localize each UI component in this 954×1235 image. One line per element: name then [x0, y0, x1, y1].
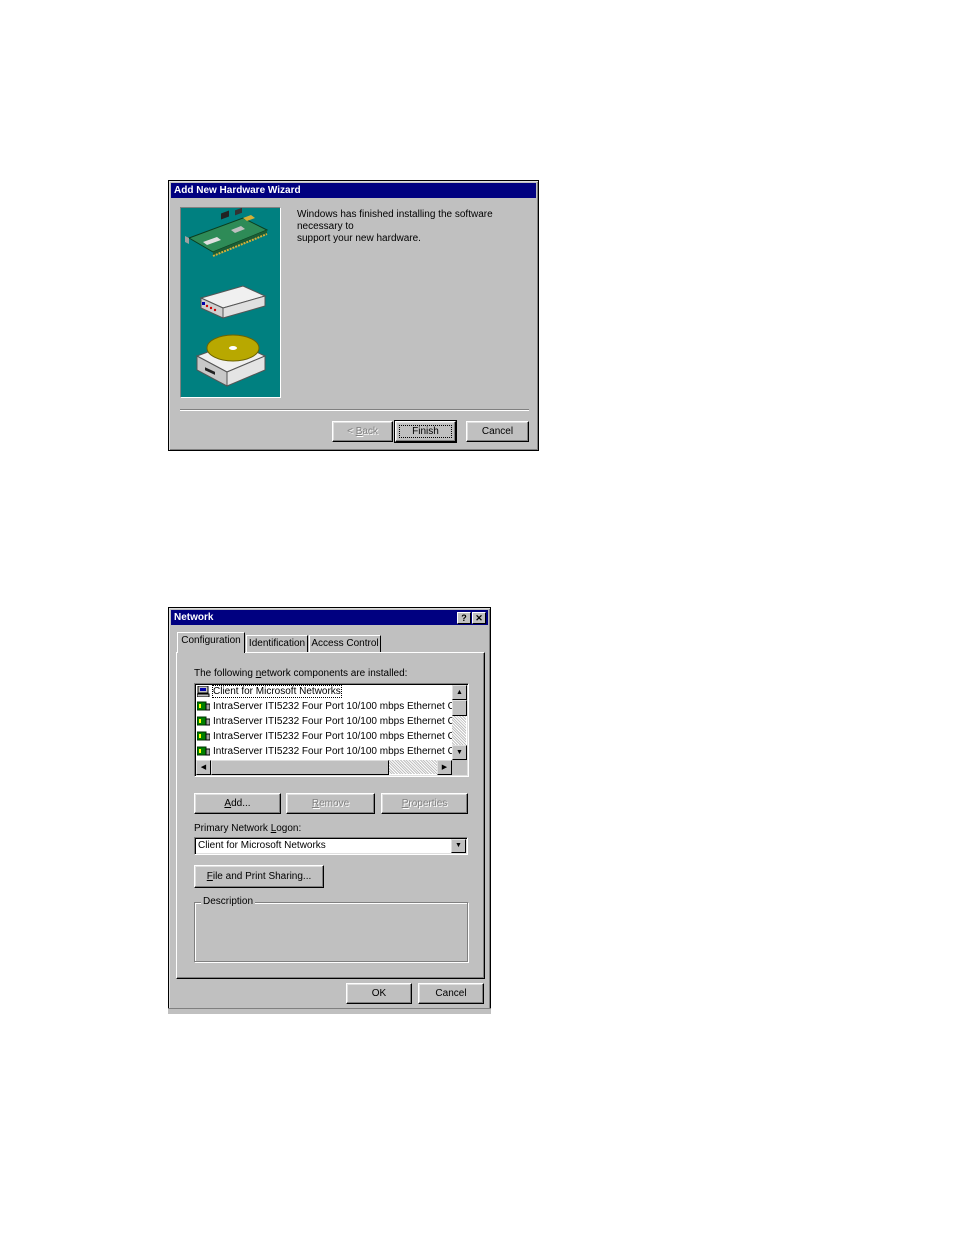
description-groupbox: Description	[194, 896, 468, 962]
cancel-label: Cancel	[481, 426, 514, 437]
close-icon[interactable]: ✕	[472, 612, 486, 624]
properties-button[interactable]: Properties	[381, 793, 468, 814]
list-item-label: Client for Microsoft Networks	[212, 685, 342, 698]
list-item-label: IntraServer ITI5232 Four Port 10/100 mbp…	[213, 731, 452, 742]
wizard-title: Add New Hardware Wizard	[174, 185, 301, 196]
hardware-illustration-icon	[185, 207, 269, 387]
list-item[interactable]: IntraServer ITI5232 Four Port 10/100 mbp…	[197, 730, 452, 744]
vertical-scroll-thumb[interactable]	[452, 700, 467, 716]
scroll-down-icon[interactable]: ▼	[452, 745, 467, 760]
configuration-panel: The following network components are ins…	[176, 652, 485, 979]
chevron-down-icon[interactable]: ▼	[451, 839, 466, 853]
primary-logon-value: Client for Microsoft Networks	[198, 840, 326, 851]
wizard-message-line2: support your new hardware.	[297, 233, 421, 244]
expansion-card-icon	[185, 207, 269, 257]
network-title-bar[interactable]: Network ? ✕	[171, 610, 488, 625]
tab-configuration[interactable]: Configuration	[177, 632, 245, 653]
list-item-label: IntraServer ITI5232 Four Port 10/100 mbp…	[213, 746, 452, 757]
primary-logon-select[interactable]: Client for Microsoft Networks ▼	[194, 837, 468, 855]
add-hardware-wizard-window: Add New Hardware Wizard Windows has fini…	[168, 180, 539, 451]
help-icon[interactable]: ?	[457, 612, 471, 624]
list-item[interactable]: Client for Microsoft Networks	[197, 685, 452, 699]
add-button[interactable]: Add...	[194, 793, 281, 814]
components-label: The following network components are ins…	[194, 668, 408, 679]
description-label: Description	[201, 896, 256, 907]
background-window-edge	[168, 1008, 491, 1014]
list-item[interactable]: IntraServer ITI5232 Four Port 10/100 mbp…	[197, 745, 452, 759]
network-adapter-icon	[197, 701, 211, 712]
hardware-graphic	[180, 207, 281, 398]
network-adapter-icon	[197, 716, 211, 727]
modem-icon	[199, 285, 267, 319]
list-item[interactable]: IntraServer ITI5232 Four Port 10/100 mbp…	[197, 715, 452, 729]
network-title: Network	[174, 612, 214, 623]
finish-button[interactable]: Finish	[394, 420, 457, 443]
cancel-label: Cancel	[435, 988, 467, 999]
disk-drive-icon	[195, 334, 267, 387]
scroll-corner	[452, 760, 467, 775]
list-item[interactable]: IntraServer ITI5232 Four Port 10/100 mbp…	[197, 700, 452, 714]
wizard-cancel-button[interactable]: Cancel	[466, 421, 529, 442]
tab-access-control[interactable]: Access Control	[309, 635, 381, 653]
wizard-title-bar[interactable]: Add New Hardware Wizard	[171, 183, 536, 198]
wizard-message: Windows has finished installing the soft…	[297, 209, 533, 245]
finish-label: Finish	[412, 426, 439, 437]
tab-identification[interactable]: Identification	[246, 635, 308, 653]
network-adapter-icon	[197, 746, 211, 757]
ok-label: OK	[371, 988, 387, 999]
file-print-sharing-button[interactable]: File and Print Sharing...	[194, 865, 324, 888]
components-listbox[interactable]: Client for Microsoft Networks IntraServe…	[194, 683, 469, 777]
client-icon	[197, 685, 210, 698]
network-dialog-window: Network ? ✕ Configuration Identification…	[168, 607, 491, 1011]
wizard-message-line1: Windows has finished installing the soft…	[297, 209, 493, 232]
back-button[interactable]: < Back	[332, 421, 393, 442]
primary-logon-label: Primary Network Logon:	[194, 823, 302, 834]
scroll-left-icon[interactable]: ◀	[196, 760, 211, 775]
network-cancel-button[interactable]: Cancel	[418, 983, 484, 1004]
horizontal-scroll-thumb[interactable]	[211, 760, 389, 775]
remove-button[interactable]: Remove	[286, 793, 375, 814]
scroll-up-icon[interactable]: ▲	[452, 685, 467, 700]
list-item-label: IntraServer ITI5232 Four Port 10/100 mbp…	[213, 716, 452, 727]
scroll-right-icon[interactable]: ▶	[437, 760, 452, 775]
wizard-separator	[180, 409, 529, 411]
ok-button[interactable]: OK	[346, 983, 412, 1004]
network-adapter-icon	[197, 731, 211, 742]
list-item-label: IntraServer ITI5232 Four Port 10/100 mbp…	[213, 701, 452, 712]
